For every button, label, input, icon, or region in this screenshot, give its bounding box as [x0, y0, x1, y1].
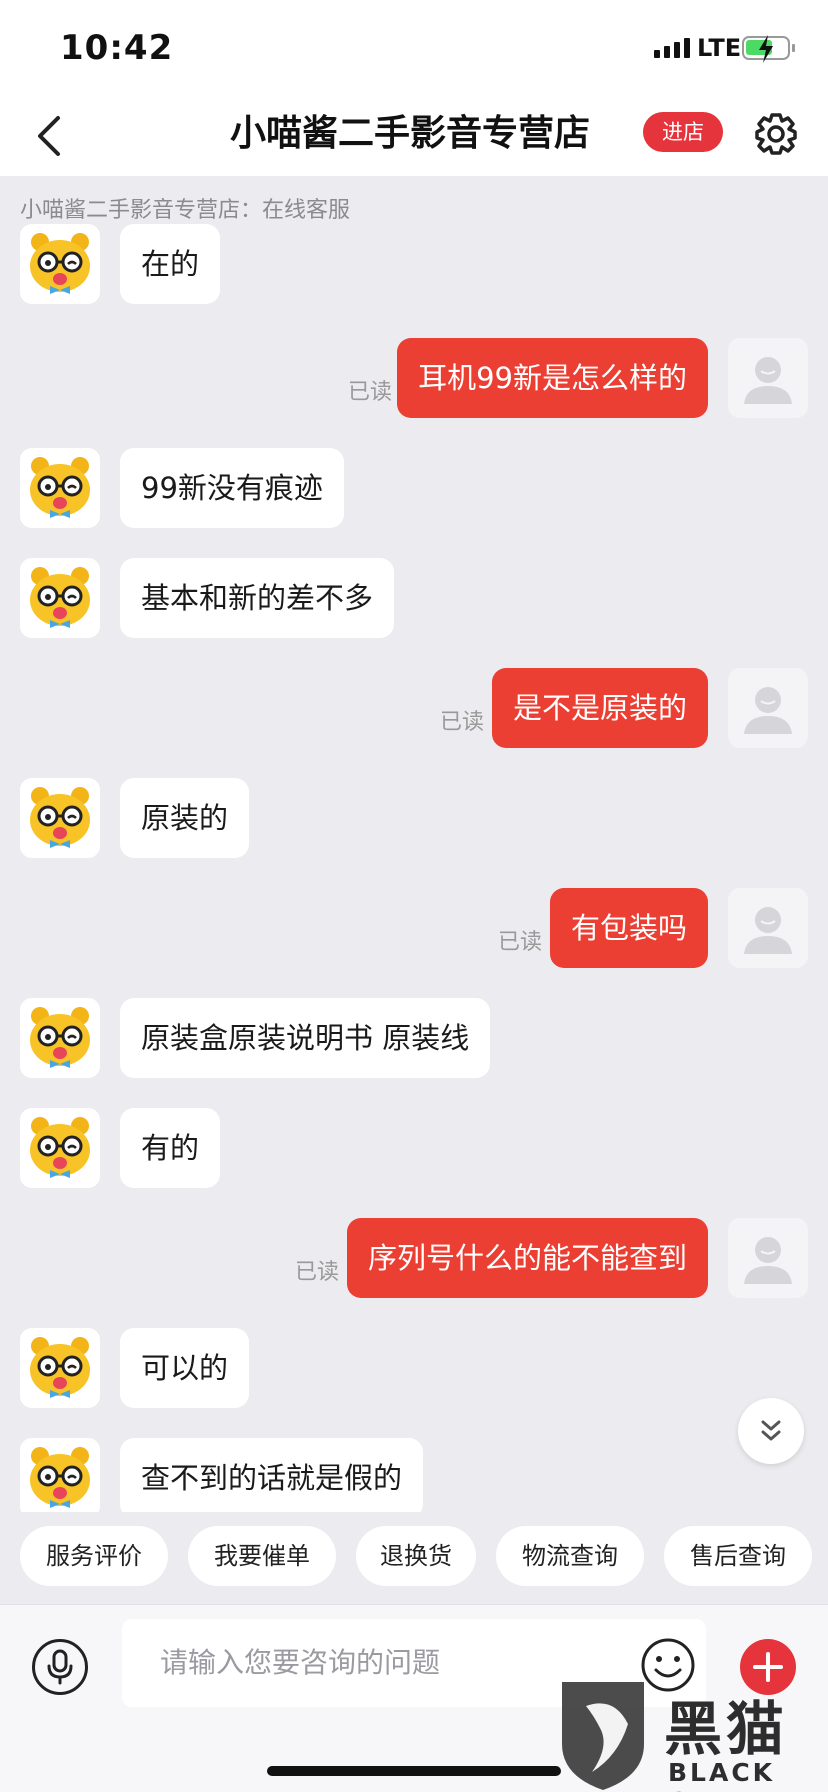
- quick-reply-after-sales[interactable]: 售后查询: [664, 1526, 812, 1586]
- message-row-user: 耳机99新是怎么样的 已读: [0, 338, 828, 418]
- message-row-user: 是不是原装的 已读: [0, 668, 828, 748]
- shop-avatar[interactable]: [20, 998, 100, 1078]
- message-row-shop: 原装盒原装说明书 原装线: [0, 998, 828, 1078]
- quick-reply-logistics[interactable]: 物流查询: [496, 1526, 644, 1586]
- user-avatar[interactable]: [728, 668, 808, 748]
- chevron-double-down-icon: [761, 1420, 781, 1441]
- message-row-shop: 有的: [0, 1108, 828, 1188]
- user-avatar[interactable]: [728, 1218, 808, 1298]
- network-type: LTE: [697, 34, 742, 62]
- shop-service-label: 小喵酱二手影音专营店：在线客服: [20, 198, 351, 223]
- message-row-user: 有包装吗 已读: [0, 888, 828, 968]
- status-time: 10:42: [60, 28, 174, 68]
- message-row-shop: 基本和新的差不多: [0, 558, 828, 638]
- message-row-shop: 查不到的话就是假的: [0, 1438, 828, 1512]
- status-bar: 10:42 LTE: [0, 0, 828, 96]
- read-status: 已读: [294, 1260, 339, 1285]
- message-bubble[interactable]: 是不是原装的: [491, 668, 708, 748]
- user-avatar[interactable]: [728, 338, 808, 418]
- message-bubble[interactable]: 有包装吗: [549, 888, 708, 968]
- watermark-subtext: BLACK CAT: [668, 1758, 776, 1792]
- quick-reply-service-rating[interactable]: 服务评价: [20, 1526, 168, 1586]
- message-bubble[interactable]: 在的: [120, 224, 221, 304]
- back-arrow-icon[interactable]: [30, 112, 70, 160]
- chat-area[interactable]: 小喵酱二手影音专营店：在线客服 在的 耳机99新是怎么样的 已读 99新没有痕迹 基本和…: [0, 176, 828, 1512]
- message-bubble[interactable]: 原装盒原装说明书 原装线: [120, 998, 491, 1078]
- message-bubble[interactable]: 原装的: [120, 778, 250, 858]
- quick-reply-urge-order[interactable]: 我要催单: [188, 1526, 336, 1586]
- shop-avatar[interactable]: [20, 224, 100, 304]
- message-bubble[interactable]: 序列号什么的能不能查到: [346, 1218, 708, 1298]
- message-row-shop: 可以的: [0, 1328, 828, 1408]
- shop-avatar[interactable]: [20, 778, 100, 858]
- page-title: 小喵酱二手影音专营店: [229, 113, 590, 154]
- quick-reply-bar: 服务评价 我要催单 退换货 物流查询 售后查询: [0, 1512, 828, 1604]
- message-bubble[interactable]: 可以的: [120, 1328, 250, 1408]
- watermark-text: 黑猫: [664, 1695, 789, 1763]
- message-row-shop: 原装的: [0, 778, 828, 858]
- message-bubble[interactable]: 99新没有痕迹: [120, 448, 344, 528]
- shop-avatar[interactable]: [20, 1438, 100, 1512]
- quick-reply-return-exchange[interactable]: 退换货: [356, 1526, 476, 1586]
- shop-avatar[interactable]: [20, 448, 100, 528]
- microphone-icon[interactable]: [32, 1639, 88, 1695]
- nav-bar: 小喵酱二手影音专营店 进店: [0, 96, 828, 176]
- home-indicator: [267, 1766, 561, 1776]
- gear-icon[interactable]: [752, 110, 800, 158]
- message-bubble[interactable]: 查不到的话就是假的: [120, 1438, 424, 1512]
- watermark-logo: 黑猫 BLACK CAT: [556, 1676, 828, 1792]
- user-avatar[interactable]: [728, 888, 808, 968]
- message-bubble[interactable]: 有的: [120, 1108, 221, 1188]
- shop-avatar[interactable]: [20, 1328, 100, 1408]
- read-status: 已读: [439, 710, 484, 735]
- message-bubble[interactable]: 基本和新的差不多: [120, 558, 395, 638]
- shop-avatar[interactable]: [20, 558, 100, 638]
- read-status: 已读: [497, 930, 542, 955]
- battery-icon: [742, 35, 795, 63]
- shop-avatar[interactable]: [20, 1108, 100, 1188]
- scroll-to-bottom-button[interactable]: [738, 1398, 804, 1464]
- message-row-user: 序列号什么的能不能查到 已读: [0, 1218, 828, 1298]
- message-row-shop: 99新没有痕迹: [0, 448, 828, 528]
- signal-icon: [654, 38, 690, 58]
- message-row-shop: 在的: [0, 224, 828, 304]
- message-bubble[interactable]: 耳机99新是怎么样的: [397, 338, 708, 418]
- enter-store-button[interactable]: 进店: [643, 112, 723, 152]
- read-status: 已读: [347, 380, 392, 405]
